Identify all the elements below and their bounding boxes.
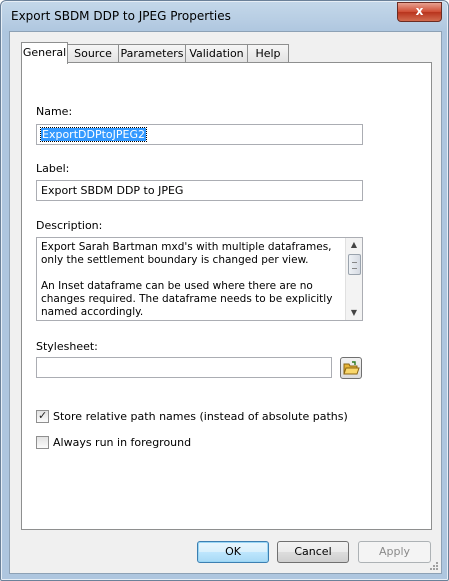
open-folder-icon	[343, 361, 360, 375]
description-textarea[interactable]: Export Sarah Bartman mxd's with multiple…	[36, 237, 363, 321]
checkmark-icon: ✓	[38, 409, 48, 422]
name-field[interactable]: ExportDDPtoJPEG2	[36, 124, 363, 145]
properties-window: Export SBDM DDP to JPEG Properties x Gen…	[0, 0, 449, 581]
tab-validation[interactable]: Validation	[185, 44, 248, 62]
label-label: Label:	[36, 162, 70, 175]
scroll-up-icon[interactable]: ▲	[346, 238, 362, 252]
name-label: Name:	[36, 105, 73, 118]
tab-parameters[interactable]: Parameters	[118, 44, 186, 62]
ok-button[interactable]: OK	[197, 541, 269, 563]
title-bar[interactable]: Export SBDM DDP to JPEG Properties x	[1, 1, 448, 31]
cancel-button[interactable]: Cancel	[277, 541, 349, 563]
tab-source[interactable]: Source	[67, 44, 119, 62]
stylesheet-field[interactable]	[36, 357, 332, 378]
resize-grip-icon[interactable]	[429, 561, 439, 571]
always-foreground-label[interactable]: Always run in foreground	[53, 436, 191, 449]
scroll-thumb[interactable]	[348, 254, 361, 275]
scroll-down-icon[interactable]: ▼	[346, 306, 362, 320]
close-button[interactable]: x	[397, 2, 442, 22]
general-tab-panel: Name: ExportDDPtoJPEG2 Label: Export SBD…	[21, 62, 432, 530]
dialog-client-area: General Source Parameters Validation Hel…	[9, 31, 442, 574]
description-text: Export Sarah Bartman mxd's with multiple…	[41, 241, 333, 318]
close-icon: x	[415, 4, 424, 18]
store-relative-label[interactable]: Store relative path names (instead of ab…	[53, 410, 348, 423]
apply-button[interactable]: Apply	[358, 541, 431, 563]
tab-general[interactable]: General	[21, 42, 68, 64]
description-scrollbar[interactable]: ▲ ▼	[345, 238, 362, 320]
tab-help[interactable]: Help	[247, 44, 289, 62]
description-label: Description:	[36, 219, 103, 232]
name-value: ExportDDPtoJPEG2	[40, 127, 147, 142]
browse-stylesheet-button[interactable]	[340, 357, 362, 379]
always-foreground-checkbox[interactable]	[36, 436, 49, 449]
stylesheet-label: Stylesheet:	[36, 340, 98, 353]
label-field[interactable]: Export SBDM DDP to JPEG	[36, 180, 363, 201]
window-title: Export SBDM DDP to JPEG Properties	[11, 9, 231, 23]
store-relative-checkbox[interactable]: ✓	[36, 409, 49, 423]
